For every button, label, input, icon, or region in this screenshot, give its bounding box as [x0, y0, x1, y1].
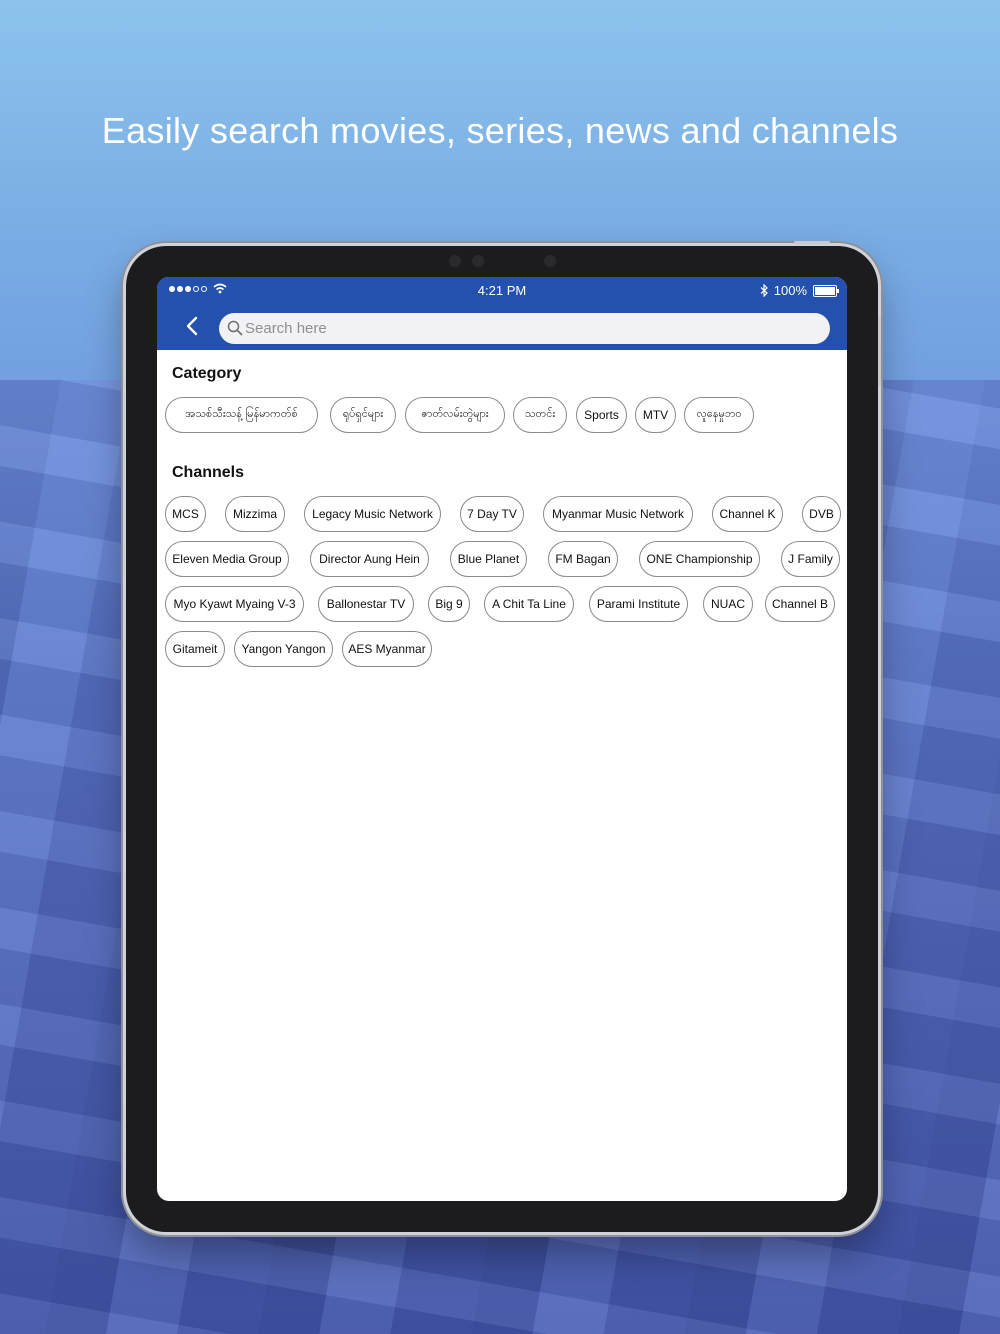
channel-chip[interactable]: Ballonestar TV — [318, 586, 414, 622]
category-title: Category — [172, 365, 242, 382]
search-icon — [227, 320, 243, 336]
channel-chip[interactable]: Parami Institute — [589, 586, 688, 622]
battery-percent: 100% — [773, 283, 807, 298]
navigation-bar: 4:21 PM 100% — [157, 277, 847, 350]
chevron-left-icon — [186, 316, 198, 336]
top-button — [794, 241, 830, 244]
channel-chip[interactable]: J Family — [781, 541, 840, 577]
sensor — [544, 255, 556, 267]
status-time: 4:21 PM — [477, 283, 527, 298]
channel-chip[interactable]: Eleven Media Group — [165, 541, 289, 577]
status-bar: 4:21 PM 100% — [157, 277, 847, 305]
channel-chip[interactable]: Gitameit — [165, 631, 225, 667]
tablet-frame: 4:21 PM 100% Search here Category အသစ်သီ… — [126, 241, 881, 1232]
channel-chip[interactable]: MCS — [165, 496, 206, 532]
category-chip[interactable]: သတင်း — [513, 397, 567, 433]
sensor — [449, 255, 461, 267]
search-bar[interactable] — [219, 313, 830, 344]
category-chip[interactable]: အသစ်သီးသန့် မြန်မာကတ်စ် — [165, 397, 318, 433]
channel-chip[interactable]: DVB — [802, 496, 841, 532]
channel-chip[interactable]: ONE Championship — [639, 541, 760, 577]
front-camera — [472, 255, 484, 267]
bluetooth-icon — [760, 284, 768, 297]
category-chip[interactable]: MTV — [635, 397, 676, 433]
channel-chip[interactable]: NUAC — [703, 586, 753, 622]
headline: Easily search movies, series, news and c… — [101, 110, 899, 151]
channel-chip[interactable]: FM Bagan — [548, 541, 618, 577]
channel-chip[interactable]: Blue Planet — [450, 541, 527, 577]
category-chip[interactable]: Sports — [576, 397, 627, 433]
channel-chip[interactable]: 7 Day TV — [460, 496, 524, 532]
back-button[interactable] — [181, 313, 205, 339]
channel-chip[interactable]: A Chit Ta Line — [484, 586, 574, 622]
channel-chip[interactable]: Big 9 — [428, 586, 470, 622]
channel-chip[interactable]: Myanmar Music Network — [543, 496, 693, 532]
category-chip[interactable]: ဇာတ်လမ်းတွဲများ — [405, 397, 505, 433]
side-button — [878, 316, 881, 386]
channel-chip[interactable]: AES Myanmar — [342, 631, 432, 667]
channel-chip[interactable]: Myo Kyawt Myaing V-3 — [165, 586, 304, 622]
app-screen: 4:21 PM 100% Search here Category အသစ်သီ… — [157, 277, 847, 1201]
category-list: အသစ်သီးသန့် မြန်မာကတ်စ် ရုပ်ရှင်များ ဇာတ… — [165, 397, 845, 442]
battery-icon — [813, 284, 839, 297]
channel-chip[interactable]: Director Aung Hein — [310, 541, 429, 577]
channel-chip[interactable]: Mizzima — [225, 496, 285, 532]
channels-title: Channels — [172, 464, 245, 481]
channel-chip[interactable]: Channel B — [765, 586, 835, 622]
category-chip[interactable]: လူနေမှုဘဝ — [684, 397, 754, 433]
search-input[interactable] — [245, 313, 815, 344]
channel-chip[interactable]: Yangon Yangon — [234, 631, 333, 667]
category-chip[interactable]: ရုပ်ရှင်များ — [330, 397, 396, 433]
channel-chip[interactable]: Legacy Music Network — [304, 496, 441, 532]
channel-chip[interactable]: Channel K — [712, 496, 783, 532]
channel-list: MCS Mizzima Legacy Music Network 7 Day T… — [165, 496, 845, 676]
